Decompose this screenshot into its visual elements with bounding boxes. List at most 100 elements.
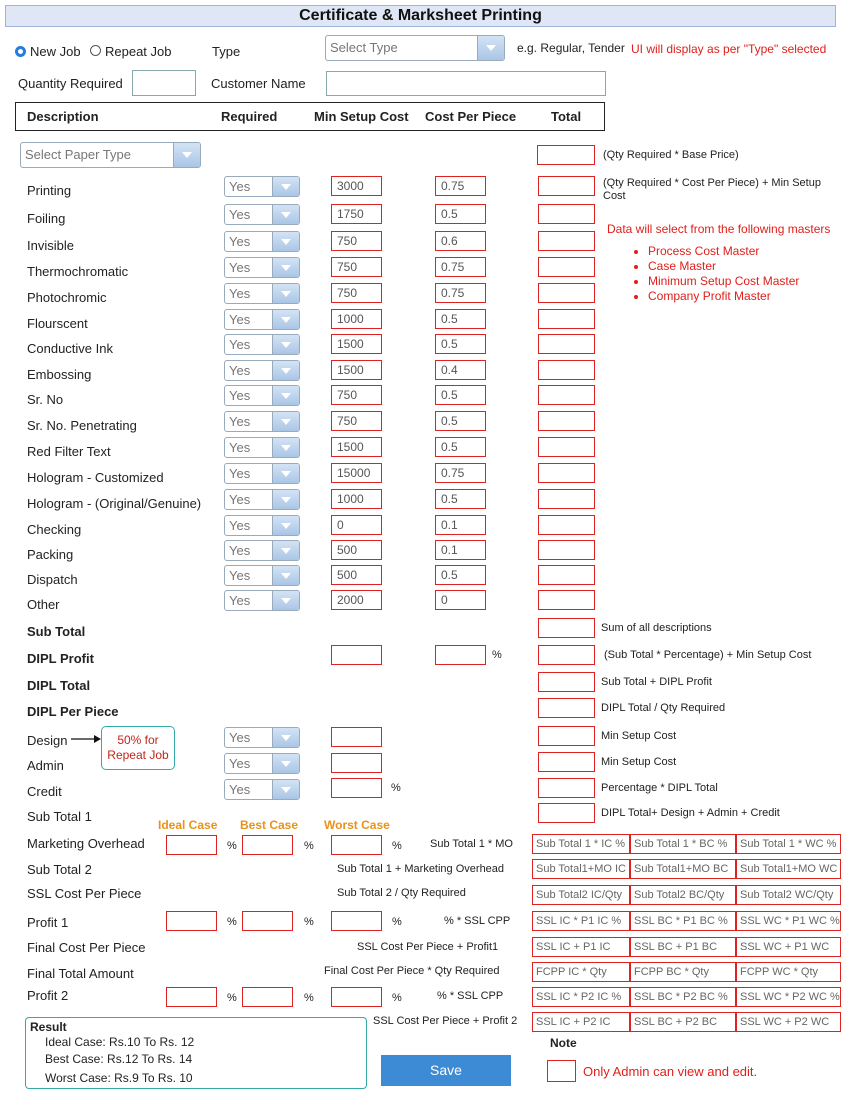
p1-best-field[interactable]	[242, 911, 293, 931]
row-total-field[interactable]	[538, 176, 595, 196]
case-cell[interactable]: FCPP WC * Qty	[736, 962, 841, 982]
credit-percent-field[interactable]	[331, 778, 382, 798]
min-setup-field[interactable]: 750	[331, 257, 382, 277]
required-select[interactable]: Yes	[224, 590, 300, 611]
cost-per-piece-field[interactable]: 0.1	[435, 515, 486, 535]
min-setup-field[interactable]: 3000	[331, 176, 382, 196]
row-total-field[interactable]	[538, 590, 595, 610]
save-button[interactable]: Save	[381, 1055, 511, 1086]
case-cell[interactable]: Sub Total1+MO IC	[532, 859, 630, 879]
min-setup-field[interactable]: 0	[331, 515, 382, 535]
row-total-field[interactable]	[538, 334, 595, 354]
required-select[interactable]: Yes	[224, 176, 300, 197]
min-setup-field[interactable]: 1000	[331, 309, 382, 329]
required-select[interactable]: Yes	[224, 257, 300, 278]
row-total-field[interactable]	[538, 231, 595, 251]
cost-per-piece-field[interactable]: 0.5	[435, 204, 486, 224]
case-cell[interactable]: Sub Total2 WC/Qty	[736, 885, 841, 905]
row-total-field[interactable]	[538, 257, 595, 277]
cost-per-piece-field[interactable]: 0.75	[435, 463, 486, 483]
credit-required-select[interactable]: Yes	[224, 779, 300, 800]
required-select[interactable]: Yes	[224, 565, 300, 586]
case-cell[interactable]: SSL BC + P1 BC	[630, 937, 736, 957]
min-setup-field[interactable]: 500	[331, 540, 382, 560]
design-required-select[interactable]: Yes	[224, 727, 300, 748]
p2-ideal-field[interactable]	[166, 987, 217, 1007]
cost-per-piece-field[interactable]: 0.5	[435, 309, 486, 329]
min-setup-field[interactable]: 1000	[331, 489, 382, 509]
cost-per-piece-field[interactable]: 0	[435, 590, 486, 610]
cost-per-piece-field[interactable]: 0.75	[435, 257, 486, 277]
case-cell[interactable]: Sub Total1+MO BC	[630, 859, 736, 879]
required-select[interactable]: Yes	[224, 360, 300, 381]
new-job-radio[interactable]	[15, 46, 26, 57]
p2-worst-field[interactable]	[331, 987, 382, 1007]
cost-per-piece-field[interactable]: 0.5	[435, 411, 486, 431]
min-setup-field[interactable]: 750	[331, 231, 382, 251]
case-cell[interactable]: FCPP IC * Qty	[532, 962, 630, 982]
case-cell[interactable]: Sub Total 1 * WC %	[736, 834, 841, 854]
required-select[interactable]: Yes	[224, 334, 300, 355]
p2-best-field[interactable]	[242, 987, 293, 1007]
row-total-field[interactable]	[538, 385, 595, 405]
row-total-field[interactable]	[538, 309, 595, 329]
customer-name-input[interactable]	[326, 71, 606, 96]
row-total-field[interactable]	[538, 463, 595, 483]
min-setup-field[interactable]: 15000	[331, 463, 382, 483]
required-select[interactable]: Yes	[224, 540, 300, 561]
p1-ideal-field[interactable]	[166, 911, 217, 931]
sub-total-1-field[interactable]	[538, 803, 595, 823]
type-select[interactable]: Select Type	[325, 35, 505, 61]
sub-total-field[interactable]	[538, 618, 595, 638]
case-cell[interactable]: SSL IC + P1 IC	[532, 937, 630, 957]
design-setup-field[interactable]	[331, 727, 382, 747]
cost-per-piece-field[interactable]: 0.5	[435, 385, 486, 405]
paper-type-select[interactable]: Select Paper Type	[20, 142, 201, 168]
case-cell[interactable]: SSL BC * P1 BC %	[630, 911, 736, 931]
credit-total-field[interactable]	[538, 778, 595, 798]
required-select[interactable]: Yes	[224, 231, 300, 252]
cost-per-piece-field[interactable]: 0.1	[435, 540, 486, 560]
paper-total-field[interactable]	[537, 145, 595, 165]
cost-per-piece-field[interactable]: 0.4	[435, 360, 486, 380]
required-select[interactable]: Yes	[224, 204, 300, 225]
cost-per-piece-field[interactable]: 0.75	[435, 283, 486, 303]
case-cell[interactable]: FCPP BC * Qty	[630, 962, 736, 982]
cost-per-piece-field[interactable]: 0.5	[435, 489, 486, 509]
admin-required-select[interactable]: Yes	[224, 753, 300, 774]
min-setup-field[interactable]: 1750	[331, 204, 382, 224]
case-cell[interactable]: SSL IC * P2 IC %	[532, 987, 630, 1007]
required-select[interactable]: Yes	[224, 411, 300, 432]
mo-worst-field[interactable]	[331, 835, 382, 855]
case-cell[interactable]: SSL IC + P2 IC	[532, 1012, 630, 1032]
row-total-field[interactable]	[538, 411, 595, 431]
case-cell[interactable]: Sub Total 1 * IC %	[532, 834, 630, 854]
required-select[interactable]: Yes	[224, 283, 300, 304]
case-cell[interactable]: SSL BC + P2 BC	[630, 1012, 736, 1032]
min-setup-field[interactable]: 1500	[331, 437, 382, 457]
case-cell[interactable]: Sub Total 1 * BC %	[630, 834, 736, 854]
required-select[interactable]: Yes	[224, 515, 300, 536]
required-select[interactable]: Yes	[224, 463, 300, 484]
min-setup-field[interactable]: 500	[331, 565, 382, 585]
min-setup-field[interactable]: 1500	[331, 360, 382, 380]
mo-best-field[interactable]	[242, 835, 293, 855]
min-setup-field[interactable]: 2000	[331, 590, 382, 610]
required-select[interactable]: Yes	[224, 437, 300, 458]
case-cell[interactable]: Sub Total2 IC/Qty	[532, 885, 630, 905]
row-total-field[interactable]	[538, 283, 595, 303]
dipl-profit-total-field[interactable]	[538, 645, 595, 665]
p1-worst-field[interactable]	[331, 911, 382, 931]
row-total-field[interactable]	[538, 360, 595, 380]
qty-input[interactable]	[132, 70, 196, 96]
case-cell[interactable]: SSL WC * P2 WC %	[736, 987, 841, 1007]
cost-per-piece-field[interactable]: 0.5	[435, 334, 486, 354]
min-setup-field[interactable]: 750	[331, 411, 382, 431]
row-total-field[interactable]	[538, 204, 595, 224]
case-cell[interactable]: SSL BC * P2 BC %	[630, 987, 736, 1007]
admin-setup-field[interactable]	[331, 753, 382, 773]
design-total-field[interactable]	[538, 726, 595, 746]
repeat-job-radio[interactable]	[90, 45, 101, 56]
row-total-field[interactable]	[538, 437, 595, 457]
case-cell[interactable]: SSL WC * P1 WC %	[736, 911, 841, 931]
